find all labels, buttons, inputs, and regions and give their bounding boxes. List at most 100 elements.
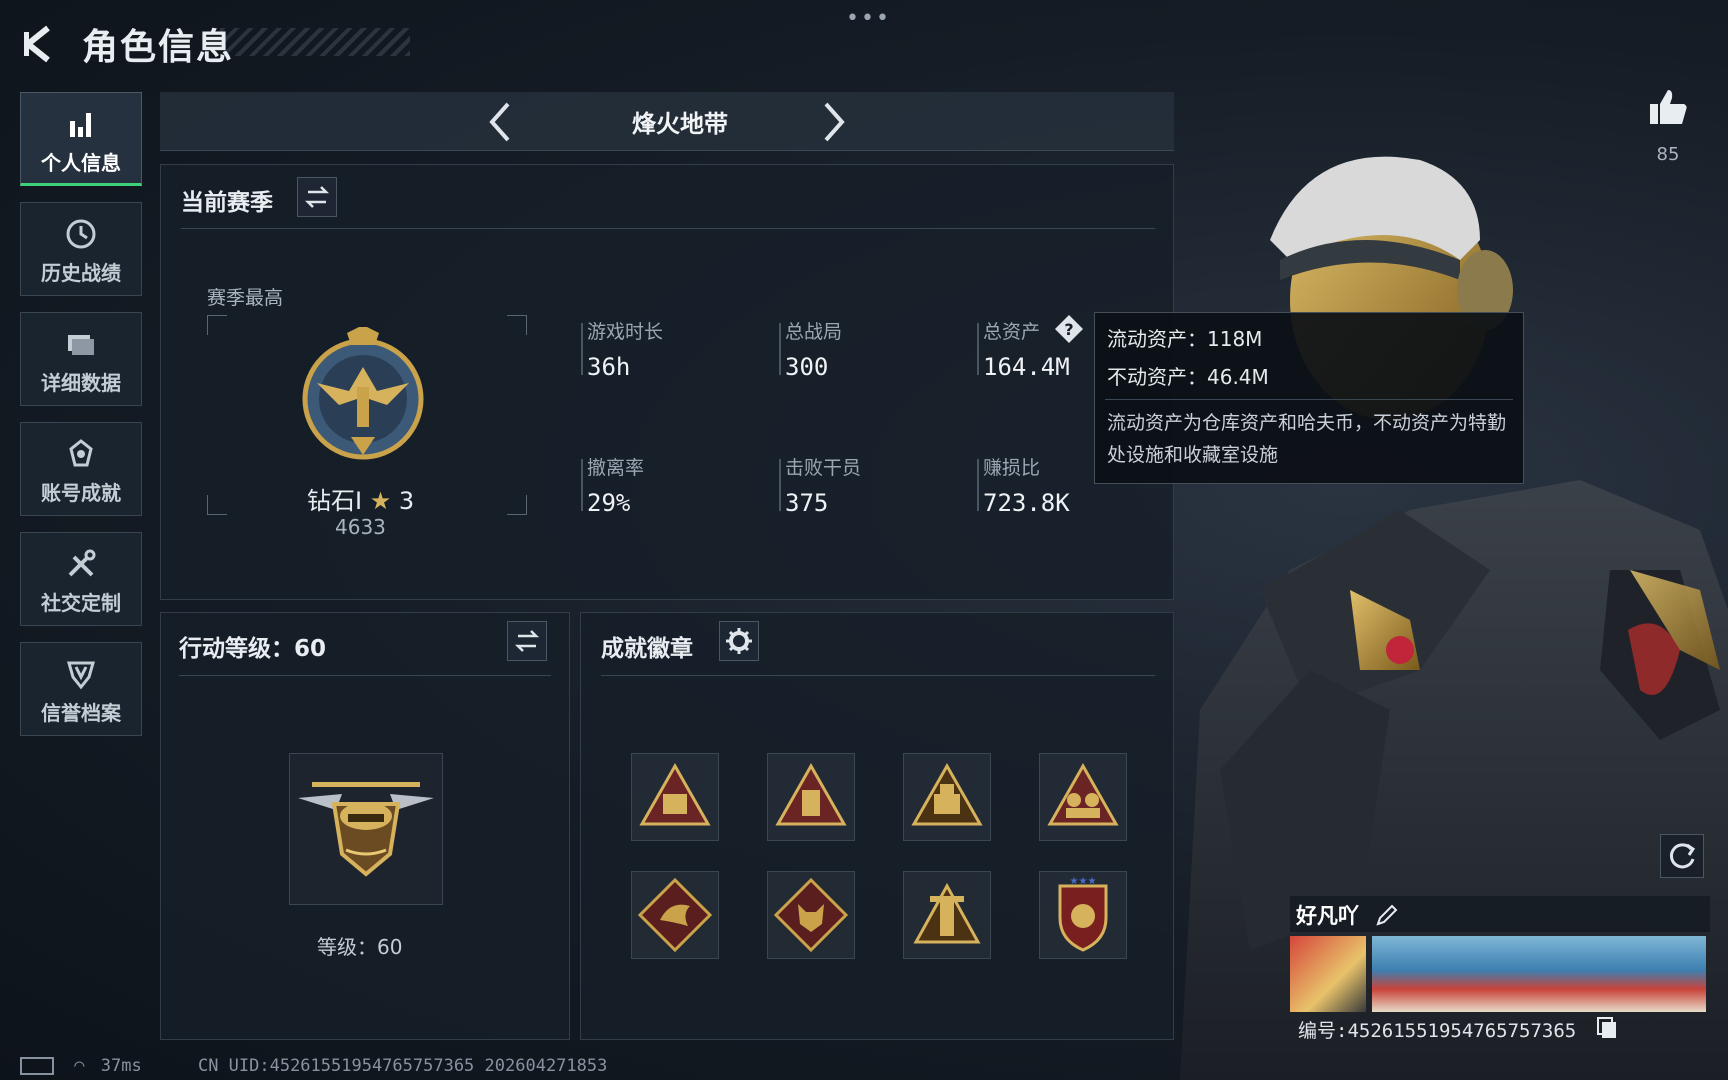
sidebar-item-label: 个人信息 (41, 151, 121, 175)
badge-tower-icon (913, 882, 981, 944)
rank-name: 钻石I (307, 487, 363, 515)
stat-label-matches: 总战局 (785, 321, 843, 343)
tooltip-fixed-assets: 不动资产：46.4M (1107, 365, 1269, 389)
next-mode-button[interactable] (816, 98, 852, 146)
status-bar: ◠ 37ms CN UID:4526155195476575736​5 2026… (20, 1056, 607, 1076)
mode-name: 烽火地带 (632, 110, 728, 138)
badge-cart-icon (911, 762, 983, 826)
stat-marker (977, 459, 979, 511)
tools-icon (68, 549, 96, 577)
player-card: 好凡吖 编号:4526155195476575736​5 (1290, 896, 1710, 1058)
stat-value-extract-rate: 29% (587, 489, 631, 517)
prev-mode-button[interactable] (482, 98, 518, 146)
divider (601, 675, 1155, 676)
stat-marker (581, 459, 583, 511)
rank-score: 4633 (335, 515, 386, 539)
switch-level-button[interactable] (507, 621, 547, 661)
sidebar-item-profile[interactable]: 个人信息 (20, 92, 142, 186)
svg-text:★★★: ★★★ (1070, 876, 1097, 887)
stat-marker (779, 323, 781, 375)
mode-selector: 烽火地带 (160, 92, 1174, 151)
thumbs-up-icon[interactable] (1646, 86, 1690, 130)
stat-value-profit-ratio: 723.8K (983, 489, 1070, 517)
level-text: 等级：60 (317, 935, 403, 959)
wifi-icon: ◠ (74, 1056, 85, 1076)
star-icon: ★ (369, 487, 392, 515)
sidebar-item-label: 信誉档案 (41, 701, 121, 725)
back-button[interactable] (18, 22, 58, 66)
stat-label-kills: 击败干员 (785, 457, 862, 479)
history-icon (66, 219, 96, 249)
divider (181, 228, 1155, 229)
edit-icon[interactable] (1374, 902, 1400, 928)
assets-tooltip: 流动资产：118M 不动资产：46.4M 流动资产为仓库资产和哈夫币，不动资产为… (1094, 312, 1524, 484)
tooltip-description: 流动资产为仓库资产和哈夫币，不动资产为特勤处设施和收藏室设施 (1107, 412, 1507, 466)
achievement-badge[interactable]: ★★★ (1039, 871, 1127, 959)
sidebar-item-label: 详细数据 (41, 371, 121, 395)
avatar[interactable] (1290, 936, 1366, 1012)
rotate-icon (1669, 843, 1696, 869)
player-name: 好凡吖 (1296, 904, 1359, 928)
badges-title: 成就徽章 (601, 636, 693, 662)
rank-row: 钻石I ★ 3 (307, 481, 414, 516)
ping-value: 37ms (100, 1056, 142, 1076)
switch-season-button[interactable] (297, 177, 337, 217)
back-arrow-icon (24, 25, 50, 63)
credit-shield-icon (67, 661, 95, 690)
helicopter-level-emblem-icon (298, 782, 434, 877)
achievement-badge[interactable] (767, 753, 855, 841)
more-menu-button[interactable]: ••• (846, 6, 891, 31)
profile-banner[interactable] (1372, 936, 1706, 1012)
season-panel: 当前赛季 赛季最高 钻石I ★ 3 4633 游戏时长 36h 总战局 300 … (160, 164, 1174, 600)
sidebar-item-achievements[interactable]: 账号成就 (20, 422, 142, 516)
folder-icon (68, 335, 94, 355)
achievement-badge[interactable] (631, 871, 719, 959)
diamond-rank-emblem-icon (302, 327, 424, 460)
level-emblem-frame (289, 753, 443, 905)
rank-stars: 3 (398, 487, 415, 515)
copy-icon[interactable] (1596, 1016, 1618, 1040)
chevron-left-icon (489, 102, 510, 142)
badge-dragon-icon (637, 877, 713, 953)
achievement-badge[interactable] (631, 753, 719, 841)
achievement-icon (69, 439, 93, 467)
season-title: 当前赛季 (181, 190, 273, 216)
achievement-badge[interactable] (1039, 753, 1127, 841)
bar-chart-icon (70, 113, 91, 137)
sidebar-item-credit[interactable]: 信誉档案 (20, 642, 142, 736)
stat-marker (581, 323, 583, 375)
badge-settings-button[interactable] (719, 621, 759, 661)
badge-soldiers-icon (1047, 762, 1119, 826)
title-hatch-decoration (220, 28, 410, 56)
like-count: 85 (1656, 144, 1680, 165)
stat-value-kills: 375 (785, 489, 829, 517)
badges-panel: 成就徽章 ★★★ (580, 612, 1174, 1040)
stat-label-playtime: 游戏时长 (587, 321, 664, 343)
gear-icon (726, 628, 752, 654)
stat-marker (779, 459, 781, 511)
player-id: 编号:4526155195476575736​5 (1298, 1020, 1577, 1042)
svg-text:?: ? (1064, 320, 1073, 339)
sidebar-item-label: 账号成就 (41, 481, 121, 505)
sidebar-item-label: 历史战绩 (41, 261, 121, 285)
page-title: 角色信息 (82, 27, 235, 68)
stat-value-matches: 300 (785, 353, 829, 381)
sidebar-item-social[interactable]: 社交定制 (20, 532, 142, 626)
sidebar-item-history[interactable]: 历史战绩 (20, 202, 142, 296)
achievement-badge[interactable] (903, 871, 991, 959)
help-icon[interactable]: ? (1053, 313, 1085, 345)
stat-value-assets: 164.4M (983, 353, 1070, 381)
stat-label-assets: 总资产 (983, 321, 1041, 343)
uid-text: CN UID:4526155195476575736​5 20260427185… (197, 1056, 608, 1076)
achievement-badge[interactable] (903, 753, 991, 841)
sidebar-item-label: 社交定制 (41, 591, 121, 615)
divider (1105, 399, 1513, 400)
stat-marker (977, 323, 979, 375)
stat-value-playtime: 36h (587, 353, 631, 381)
sidebar-item-details[interactable]: 详细数据 (20, 312, 142, 406)
achievement-badge[interactable] (767, 871, 855, 959)
rotate-view-button[interactable] (1660, 834, 1704, 878)
battery-icon (20, 1057, 54, 1075)
badge-58-icon (639, 762, 711, 826)
season-peak-label: 赛季最高 (207, 287, 284, 309)
